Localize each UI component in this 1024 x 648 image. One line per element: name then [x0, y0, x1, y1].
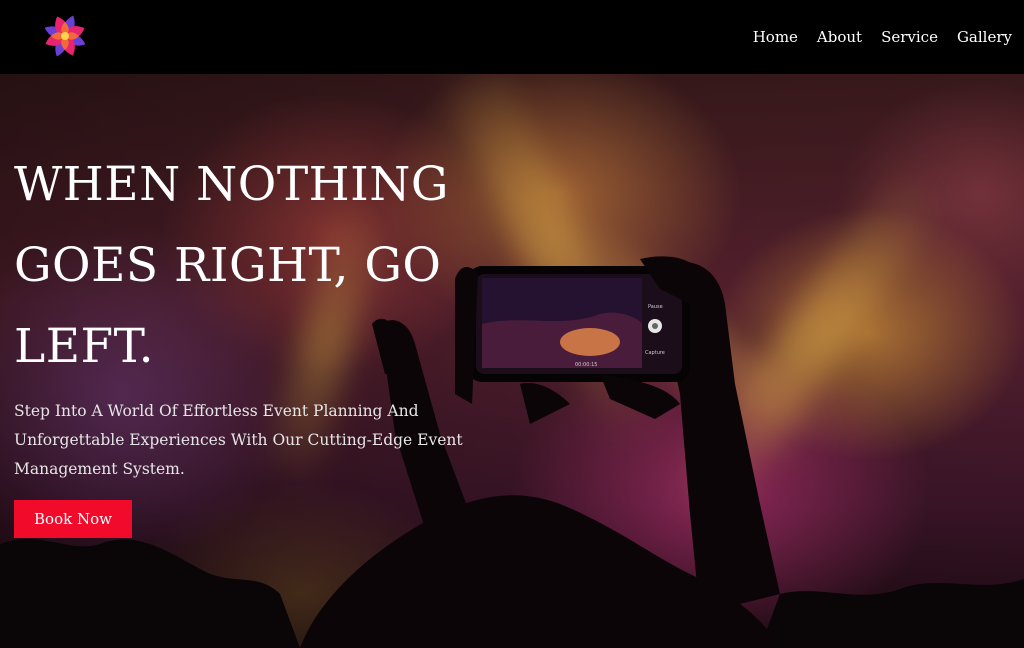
- nav-links: Home About Service Gallery: [753, 27, 1012, 47]
- lotus-logo-icon[interactable]: [40, 11, 90, 61]
- phone-timer: 00:00:15: [575, 362, 597, 368]
- nav-about-link[interactable]: About: [817, 27, 862, 47]
- nav-gallery-link[interactable]: Gallery: [957, 27, 1012, 47]
- navbar: Home About Service Gallery: [0, 0, 1024, 74]
- phone-bottom-label: Capture: [645, 350, 665, 356]
- hero-subtext: Step Into A World Of Effortless Event Pl…: [14, 402, 463, 478]
- hero-text-block: WHEN NOTHING GOES RIGHT, GO LEFT. Step I…: [14, 144, 494, 538]
- book-now-button[interactable]: Book Now: [14, 500, 132, 538]
- nav-service-link[interactable]: Service: [881, 27, 938, 47]
- hero-section: Pause Capture 00:00:15 WHEN NOTHING GOES…: [0, 74, 1024, 648]
- hero-headline: WHEN NOTHING GOES RIGHT, GO LEFT.: [14, 157, 449, 374]
- nav-home-link[interactable]: Home: [753, 27, 798, 47]
- phone-top-label: Pause: [648, 304, 663, 310]
